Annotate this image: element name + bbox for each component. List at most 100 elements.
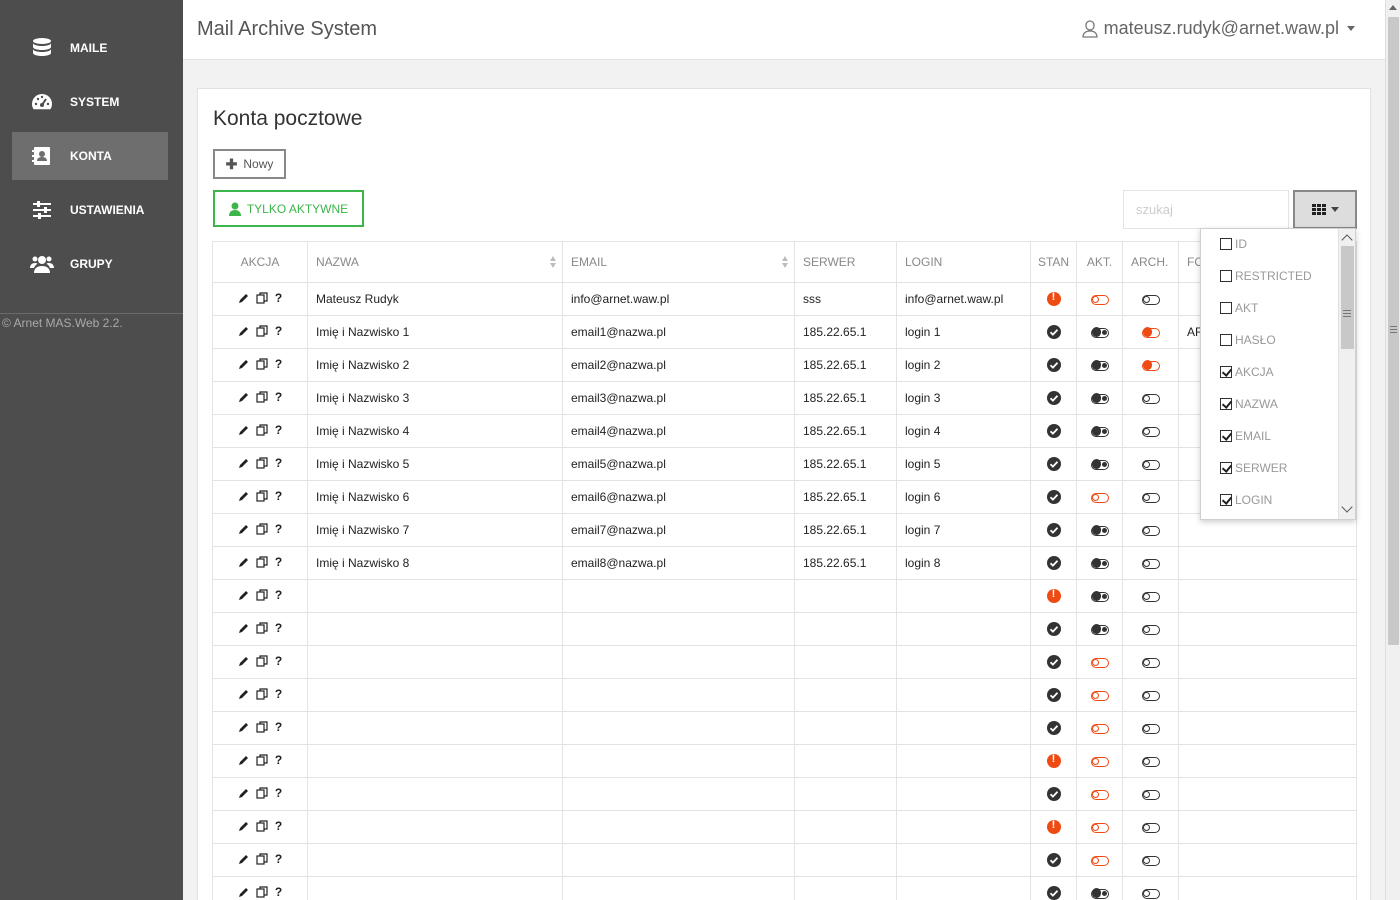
copy-icon[interactable]: [256, 556, 268, 568]
archive-toggle[interactable]: [1141, 822, 1160, 833]
help-icon[interactable]: ?: [275, 852, 282, 866]
copy-icon[interactable]: [256, 886, 268, 898]
active-toggle[interactable]: [1090, 492, 1109, 503]
pencil-icon[interactable]: [238, 458, 249, 469]
search-input[interactable]: [1123, 190, 1289, 229]
scrollbar-thumb[interactable]: [1388, 17, 1399, 645]
pencil-icon[interactable]: [238, 722, 249, 733]
column-header-nazwa[interactable]: NAZWA: [307, 241, 563, 283]
column-header-akt[interactable]: AKT.: [1076, 241, 1123, 283]
copy-icon[interactable]: [256, 325, 268, 337]
help-icon[interactable]: ?: [275, 489, 282, 503]
table-row[interactable]: ? Imię i Nazwisko 5 email5@nazwa.pl 185.…: [212, 447, 1357, 481]
checkbox[interactable]: [1220, 462, 1232, 474]
active-toggle[interactable]: [1090, 690, 1109, 701]
pencil-icon[interactable]: [238, 623, 249, 634]
table-row[interactable]: ?: [212, 810, 1357, 844]
sidebar-item-konta[interactable]: KONTA: [12, 132, 168, 180]
sidebar-item-system[interactable]: SYSTEM: [12, 78, 168, 126]
copy-icon[interactable]: [256, 754, 268, 766]
table-row[interactable]: ?: [212, 579, 1357, 613]
pencil-icon[interactable]: [238, 425, 249, 436]
copy-icon[interactable]: [256, 853, 268, 865]
help-icon[interactable]: ?: [275, 753, 282, 767]
archive-toggle[interactable]: [1141, 888, 1160, 899]
archive-toggle[interactable]: [1141, 294, 1160, 305]
help-icon[interactable]: ?: [275, 456, 282, 470]
help-icon[interactable]: ?: [275, 390, 282, 404]
columns-toggle-button[interactable]: [1293, 190, 1357, 229]
sidebar-item-maile[interactable]: MAILE: [12, 24, 168, 72]
pencil-icon[interactable]: [238, 854, 249, 865]
archive-toggle[interactable]: [1141, 558, 1160, 569]
active-toggle[interactable]: [1090, 459, 1109, 470]
table-row[interactable]: ?: [212, 645, 1357, 679]
column-header-arch[interactable]: ARCH.: [1122, 241, 1179, 283]
help-icon[interactable]: ?: [275, 654, 282, 668]
active-only-button[interactable]: TYLKO AKTYWNE: [213, 190, 364, 227]
new-account-button[interactable]: ✚ Nowy: [213, 149, 286, 179]
table-row[interactable]: ? Imię i Nazwisko 4 email4@nazwa.pl 185.…: [212, 414, 1357, 448]
archive-toggle[interactable]: [1141, 624, 1160, 635]
column-header-email[interactable]: EMAIL: [562, 241, 795, 283]
dropdown-scrollbar[interactable]: [1338, 229, 1355, 519]
active-toggle[interactable]: [1090, 723, 1109, 734]
pencil-icon[interactable]: [238, 656, 249, 667]
copy-icon[interactable]: [256, 490, 268, 502]
copy-icon[interactable]: [256, 424, 268, 436]
table-row[interactable]: ?: [212, 744, 1357, 778]
copy-icon[interactable]: [256, 622, 268, 634]
archive-toggle[interactable]: [1141, 360, 1160, 371]
help-icon[interactable]: ?: [275, 588, 282, 602]
pencil-icon[interactable]: [238, 821, 249, 832]
archive-toggle[interactable]: [1141, 393, 1160, 404]
pencil-icon[interactable]: [238, 887, 249, 898]
table-row[interactable]: ?: [212, 843, 1357, 877]
active-toggle[interactable]: [1090, 360, 1109, 371]
pencil-icon[interactable]: [238, 491, 249, 502]
checkbox[interactable]: [1220, 302, 1232, 314]
help-icon[interactable]: ?: [275, 555, 282, 569]
checkbox[interactable]: [1220, 238, 1232, 250]
copy-icon[interactable]: [256, 589, 268, 601]
pencil-icon[interactable]: [238, 788, 249, 799]
table-row[interactable]: ?: [212, 711, 1357, 745]
table-row[interactable]: ? Imię i Nazwisko 3 email3@nazwa.pl 185.…: [212, 381, 1357, 415]
column-option-akt[interactable]: AKT: [1220, 300, 1258, 316]
active-toggle[interactable]: [1090, 756, 1109, 767]
copy-icon[interactable]: [256, 292, 268, 304]
copy-icon[interactable]: [256, 721, 268, 733]
archive-toggle[interactable]: [1141, 459, 1160, 470]
sort-icon[interactable]: [782, 256, 788, 270]
column-option-serwer[interactable]: SERWER: [1220, 460, 1287, 476]
column-option-akcja[interactable]: AKCJA: [1220, 364, 1274, 380]
active-toggle[interactable]: [1090, 525, 1109, 536]
sort-icon[interactable]: [550, 256, 556, 270]
scroll-up-icon[interactable]: [1341, 234, 1353, 246]
help-icon[interactable]: ?: [275, 786, 282, 800]
copy-icon[interactable]: [256, 391, 268, 403]
archive-toggle[interactable]: [1141, 525, 1160, 536]
help-icon[interactable]: ?: [275, 885, 282, 899]
active-toggle[interactable]: [1090, 855, 1109, 866]
table-row[interactable]: ? Imię i Nazwisko 2 email2@nazwa.pl 185.…: [212, 348, 1357, 382]
archive-toggle[interactable]: [1141, 426, 1160, 437]
active-toggle[interactable]: [1090, 393, 1109, 404]
pencil-icon[interactable]: [238, 689, 249, 700]
help-icon[interactable]: ?: [275, 522, 282, 536]
pencil-icon[interactable]: [238, 557, 249, 568]
table-row[interactable]: ? Imię i Nazwisko 1 email1@nazwa.pl 185.…: [212, 315, 1357, 349]
sidebar-item-grupy[interactable]: GRUPY: [12, 240, 168, 288]
copy-icon[interactable]: [256, 457, 268, 469]
user-menu[interactable]: mateusz.rudyk@arnet.waw.pl: [1081, 18, 1355, 39]
archive-toggle[interactable]: [1141, 657, 1160, 668]
checkbox[interactable]: [1220, 270, 1232, 282]
help-icon[interactable]: ?: [275, 819, 282, 833]
page-scrollbar[interactable]: [1385, 0, 1400, 900]
active-toggle[interactable]: [1090, 888, 1109, 899]
active-toggle[interactable]: [1090, 294, 1109, 305]
active-toggle[interactable]: [1090, 327, 1109, 338]
pencil-icon[interactable]: [238, 392, 249, 403]
table-row[interactable]: ? Imię i Nazwisko 7 email7@nazwa.pl 185.…: [212, 513, 1357, 547]
column-option-restricted[interactable]: RESTRICTED: [1220, 268, 1312, 284]
